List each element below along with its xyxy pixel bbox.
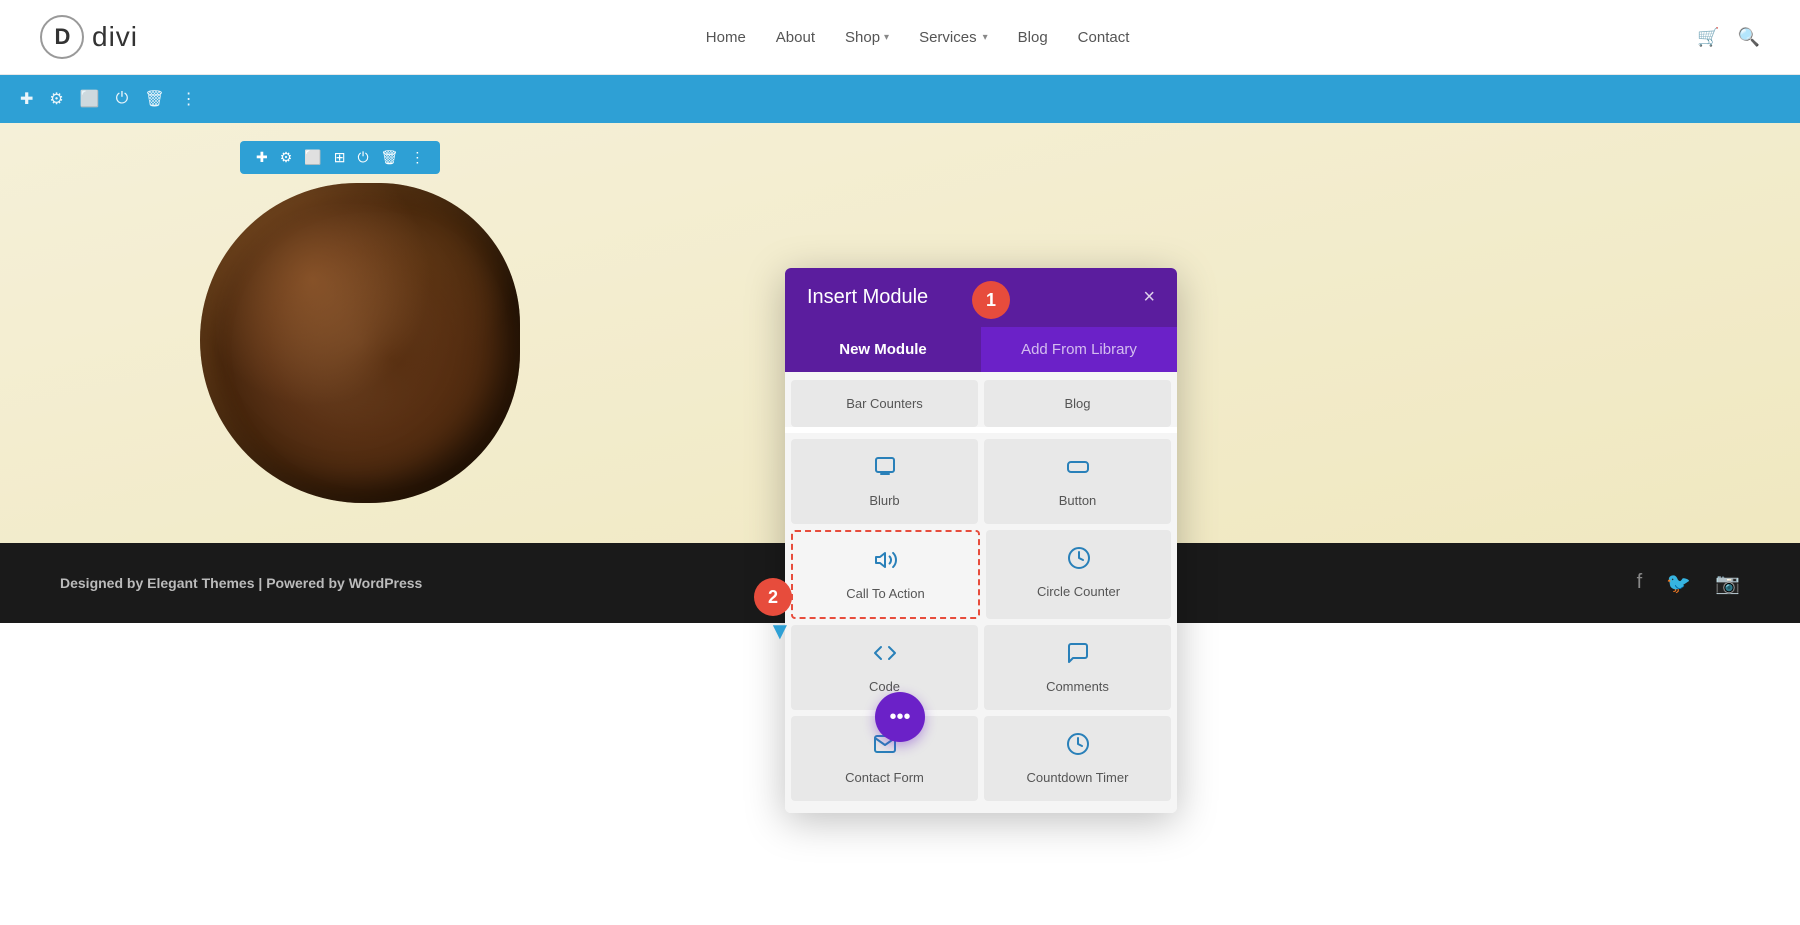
countdown-timer-label: Countdown Timer <box>1027 770 1129 785</box>
builder-add-icon[interactable]: ✚ <box>20 89 33 109</box>
blurb-label: Blurb <box>869 493 899 508</box>
nav-shop[interactable]: Shop ▾ <box>845 29 889 46</box>
tab-new-module[interactable]: New Module <box>785 327 981 372</box>
module-comments[interactable]: Comments <box>984 625 1171 710</box>
nav-services[interactable]: Services <box>919 29 977 46</box>
row-toolbar: ✚ ⚙ ⬜ ⊞ ⏻ 🗑 ⋮ <box>240 141 440 174</box>
row-more-icon[interactable]: ⋮ <box>410 149 424 166</box>
row-settings-icon[interactable]: ⚙ <box>280 149 293 166</box>
dialog-tabs: New Module Add From Library <box>785 327 1177 372</box>
module-button[interactable]: Button <box>984 439 1171 524</box>
nav-blog[interactable]: Blog <box>1018 29 1048 46</box>
insert-module-overlay: Insert Module × New Module Add From Libr… <box>785 268 1177 813</box>
countdown-timer-icon <box>1066 732 1090 762</box>
module-blog[interactable]: Blog <box>984 380 1171 427</box>
contact-form-label: Contact Form <box>845 770 924 785</box>
nav-home[interactable]: Home <box>706 29 746 46</box>
twitter-icon[interactable]: 🐦 <box>1666 571 1691 596</box>
dialog-close-button[interactable]: × <box>1143 286 1155 309</box>
nav-icon-group: 🛒 🔍 <box>1697 27 1760 48</box>
header: D divi Home About Shop ▾ Services ▾ Blog … <box>0 0 1800 75</box>
cart-icon[interactable]: 🛒 <box>1697 27 1719 48</box>
blurb-icon <box>873 455 897 485</box>
dialog-title: Insert Module <box>807 286 928 309</box>
step-badge-1: 1 <box>972 281 1010 319</box>
comments-icon <box>1066 641 1090 671</box>
row-columns-icon[interactable]: ⬜ <box>304 149 321 166</box>
builder-trash-icon[interactable]: 🗑 <box>144 89 164 109</box>
food-image <box>200 183 520 503</box>
main-content-area: ✚ ⚙ ⬜ ⊞ ⏻ 🗑 ⋮ + 1 2 ▼ Insert Module × <box>0 123 1800 543</box>
footer-credit: Designed by Elegant Themes | Powered by … <box>60 575 422 591</box>
circle-counter-icon <box>1067 546 1091 576</box>
shop-chevron: ▾ <box>884 32 889 43</box>
page-builder-toolbar: ✚ ⚙ ⬜ ⏻ 🗑 ⋮ <box>0 75 1800 123</box>
main-nav: Home About Shop ▾ Services ▾ Blog Contact <box>706 29 1130 46</box>
module-bar-counters[interactable]: Bar Counters <box>791 380 978 427</box>
call-to-action-icon <box>874 548 898 578</box>
module-row-3: Code Comments <box>791 625 1171 710</box>
arrow-pointer: ▼ <box>768 618 792 646</box>
comments-label: Comments <box>1046 679 1109 694</box>
builder-settings-icon[interactable]: ⚙ <box>49 89 63 109</box>
module-row-1: Blurb Button <box>791 439 1171 524</box>
services-chevron: ▾ <box>983 32 988 43</box>
button-label: Button <box>1059 493 1097 508</box>
circle-counter-label: Circle Counter <box>1037 584 1120 599</box>
module-circle-counter[interactable]: Circle Counter <box>986 530 1171 619</box>
nav-about[interactable]: About <box>776 29 815 46</box>
code-icon <box>873 641 897 671</box>
logo-text: divi <box>92 21 138 53</box>
builder-copy-icon[interactable]: ⬜ <box>80 89 100 109</box>
search-icon[interactable]: 🔍 <box>1738 27 1760 48</box>
builder-more-icon[interactable]: ⋮ <box>181 89 197 109</box>
module-blurb[interactable]: Blurb <box>791 439 978 524</box>
partial-row: Bar Counters Blog <box>791 380 1171 427</box>
button-icon <box>1066 455 1090 485</box>
row-trash-icon[interactable]: 🗑 <box>381 149 399 166</box>
insert-module-dialog: Insert Module × New Module Add From Libr… <box>785 268 1177 813</box>
step-badge-2: 2 <box>754 578 792 616</box>
floating-dots-button[interactable]: ••• <box>875 692 925 742</box>
nav-contact[interactable]: Contact <box>1078 29 1130 46</box>
call-to-action-label: Call To Action <box>846 586 925 601</box>
instagram-icon[interactable]: 📷 <box>1715 571 1740 596</box>
tab-add-from-library[interactable]: Add From Library <box>981 327 1177 372</box>
logo-circle: D <box>40 15 84 59</box>
module-row-4: Contact Form Countdown Timer <box>791 716 1171 801</box>
facebook-icon[interactable]: f <box>1637 571 1643 596</box>
module-call-to-action[interactable]: Call To Action <box>791 530 980 619</box>
row-power-icon[interactable]: ⏻ <box>357 149 368 166</box>
logo[interactable]: D divi <box>40 15 138 59</box>
module-row-2: Call To Action Circle Counter <box>791 530 1171 619</box>
row-add-icon[interactable]: ✚ <box>256 149 268 166</box>
module-grid: Blurb Button <box>785 433 1177 813</box>
row-grid-icon[interactable]: ⊞ <box>334 149 346 166</box>
builder-power-icon[interactable]: ⏻ <box>116 90 129 108</box>
module-countdown-timer[interactable]: Countdown Timer <box>984 716 1171 801</box>
module-partial-top-row: Bar Counters Blog <box>785 372 1177 427</box>
footer-social: f 🐦 📷 <box>1637 571 1740 596</box>
